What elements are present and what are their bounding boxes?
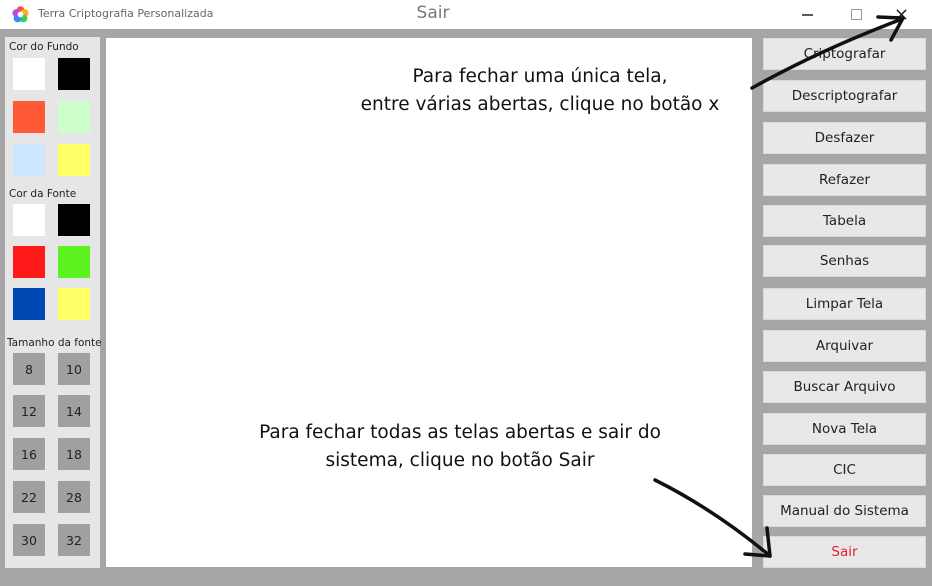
close-icon [895, 9, 907, 20]
decrypt-button[interactable]: Descriptografar [763, 80, 926, 112]
background-color-swatch[interactable] [58, 144, 90, 176]
hint-line: Para fechar todas as telas abertas e sai… [259, 422, 661, 443]
archive-button[interactable]: Arquivar [763, 330, 926, 362]
font-color-swatch[interactable] [58, 288, 90, 320]
close-button[interactable] [880, 0, 922, 29]
passwords-button[interactable]: Senhas [763, 245, 926, 277]
minimize-button[interactable] [787, 0, 829, 29]
background-color-swatch[interactable] [13, 101, 45, 133]
exit-system-hint: Para fechar todas as telas abertas e sai… [190, 419, 730, 475]
font-color-swatch[interactable] [13, 288, 45, 320]
font-color-swatch[interactable] [13, 246, 45, 278]
exit-button[interactable]: Sair [763, 536, 926, 568]
font-size-button[interactable]: 8 [13, 353, 45, 385]
font-color-swatch[interactable] [58, 204, 90, 236]
font-size-button[interactable]: 14 [58, 395, 90, 427]
background-color-swatch[interactable] [13, 58, 45, 90]
background-color-swatch[interactable] [58, 58, 90, 90]
font-size-button[interactable]: 28 [58, 481, 90, 513]
font-color-swatch[interactable] [13, 204, 45, 236]
maximize-button[interactable] [836, 0, 878, 29]
hint-line: Para fechar uma única tela, [412, 66, 668, 87]
formatting-panel: Cor do Fundo Cor da Fonte Tamanho da fon… [5, 37, 102, 568]
font-color-label: Cor da Fonte [9, 188, 77, 200]
background-color-swatch[interactable] [58, 101, 90, 133]
clear-screen-button[interactable]: Limpar Tela [763, 288, 926, 320]
search-file-button[interactable]: Buscar Arquivo [763, 371, 926, 403]
background-color-label: Cor do Fundo [9, 41, 79, 53]
table-button[interactable]: Tabela [763, 205, 926, 237]
font-size-button[interactable]: 22 [13, 481, 45, 513]
system-manual-button[interactable]: Manual do Sistema [763, 495, 926, 527]
font-size-button[interactable]: 32 [58, 524, 90, 556]
new-screen-button[interactable]: Nova Tela [763, 413, 926, 445]
font-size-button[interactable]: 18 [58, 438, 90, 470]
hint-line: sistema, clique no botão Sair [325, 450, 595, 471]
hint-line: entre várias abertas, clique no botão x [360, 94, 720, 115]
title-bar: Terra Criptografia Personalizada Sair [0, 0, 932, 29]
undo-button[interactable]: Desfazer [763, 122, 926, 154]
font-size-button[interactable]: 10 [58, 353, 90, 385]
minimize-icon [802, 13, 813, 16]
font-size-label: Tamanho da fonte [7, 337, 102, 349]
maximize-icon [851, 8, 862, 20]
font-color-swatch[interactable] [58, 246, 90, 278]
window-title: Sair [416, 3, 450, 23]
font-size-button[interactable]: 16 [13, 438, 45, 470]
font-size-button[interactable]: 12 [13, 395, 45, 427]
close-window-hint: Para fechar uma única tela, entre várias… [300, 63, 780, 119]
background-color-swatch[interactable] [13, 144, 45, 176]
font-size-button[interactable]: 30 [13, 524, 45, 556]
encrypt-button[interactable]: Criptografar [763, 38, 926, 70]
cic-button[interactable]: CIC [763, 454, 926, 486]
redo-button[interactable]: Refazer [763, 164, 926, 196]
